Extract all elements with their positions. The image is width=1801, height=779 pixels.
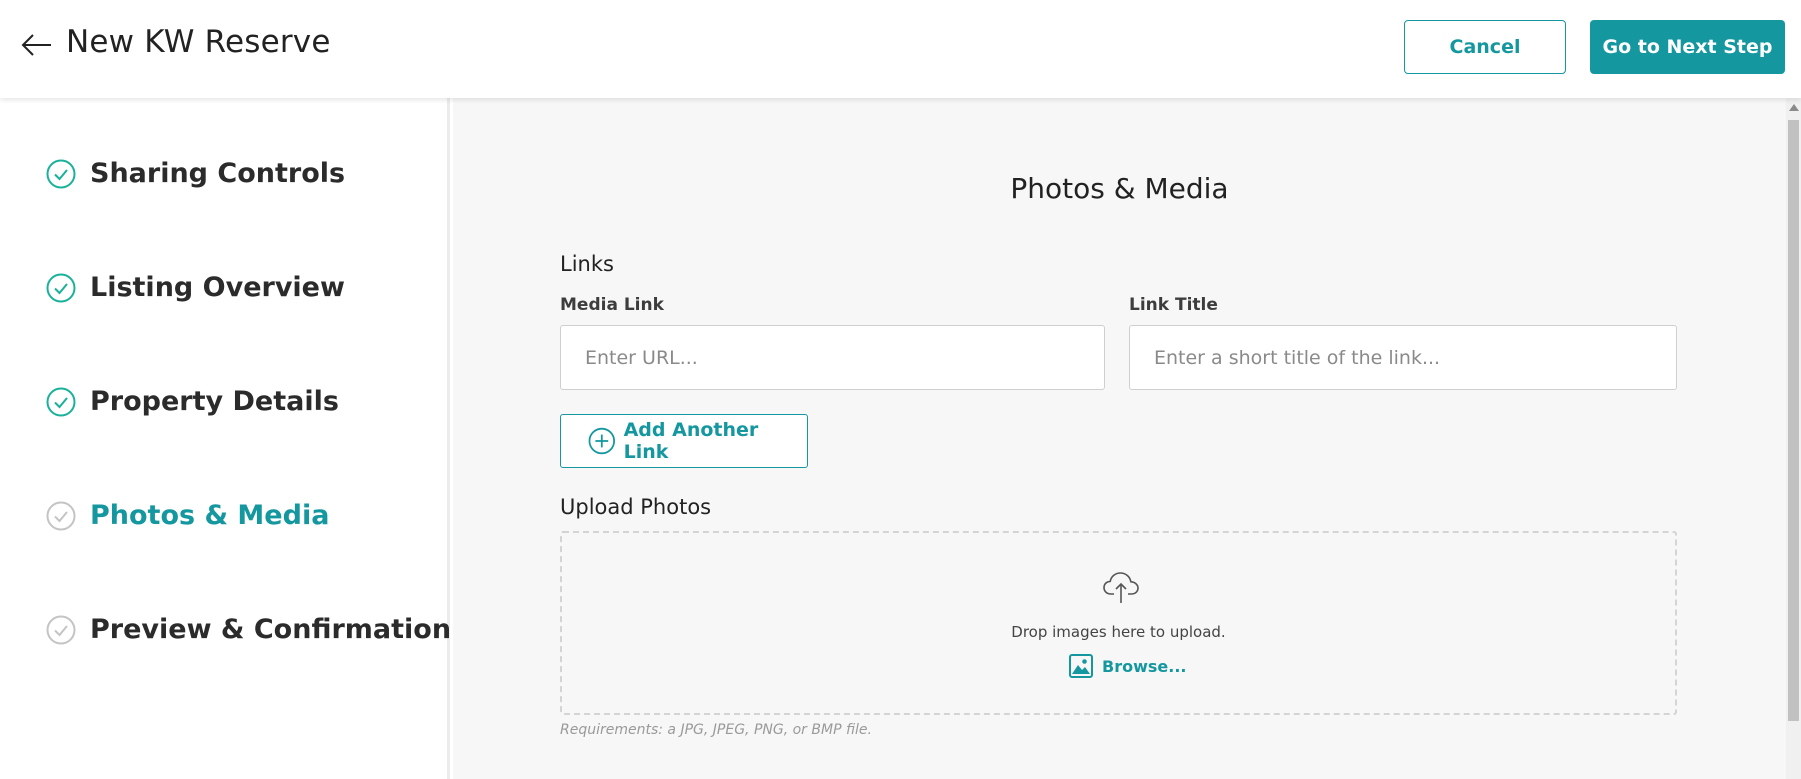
step-label: Preview & Confirmation bbox=[90, 614, 452, 645]
media-link-label: Media Link bbox=[560, 295, 664, 315]
link-title-label: Link Title bbox=[1129, 295, 1218, 315]
step-sharing-controls[interactable]: Sharing Controls bbox=[46, 158, 345, 189]
page-title: New KW Reserve bbox=[66, 24, 331, 60]
scroll-up-arrow-icon[interactable] bbox=[1789, 104, 1799, 111]
vertical-scrollbar[interactable] bbox=[1786, 98, 1801, 779]
step-label: Listing Overview bbox=[90, 272, 345, 303]
arrow-left-icon bbox=[21, 34, 51, 56]
image-icon bbox=[1069, 654, 1093, 678]
next-step-button[interactable]: Go to Next Step bbox=[1590, 20, 1785, 74]
main-content: Photos & Media Links Media Link Link Tit… bbox=[453, 98, 1786, 779]
plus-circle-icon bbox=[588, 427, 616, 455]
section-title: Photos & Media bbox=[1010, 172, 1229, 205]
top-header: New KW Reserve Cancel Go to Next Step bbox=[0, 0, 1801, 98]
add-another-link-label: Add Another Link bbox=[623, 419, 759, 463]
steps-sidebar: Sharing Controls Listing Overview Proper… bbox=[0, 98, 451, 779]
links-heading: Links bbox=[560, 252, 614, 276]
back-button[interactable] bbox=[20, 28, 54, 62]
cancel-button[interactable]: Cancel bbox=[1404, 20, 1566, 74]
drop-hint-text: Drop images here to upload. bbox=[1011, 623, 1226, 641]
upload-photos-heading: Upload Photos bbox=[560, 495, 712, 519]
step-label: Sharing Controls bbox=[90, 158, 346, 189]
scroll-thumb[interactable] bbox=[1788, 120, 1799, 721]
upload-requirements-text: Requirements: a JPG, JPEG, PNG, or BMP f… bbox=[560, 722, 872, 738]
browse-button[interactable]: Browse... bbox=[1068, 653, 1186, 679]
media-link-input[interactable] bbox=[560, 325, 1105, 390]
step-preview-confirmation[interactable]: Preview & Confirmation bbox=[46, 614, 451, 645]
step-label: Property Details bbox=[90, 386, 339, 417]
photo-dropzone[interactable]: Drop images here to upload. Browse... bbox=[560, 531, 1677, 715]
step-listing-overview[interactable]: Listing Overview bbox=[46, 272, 345, 303]
step-property-details[interactable]: Property Details bbox=[46, 386, 339, 417]
check-circle-icon bbox=[46, 159, 76, 188]
step-photos-media[interactable]: Photos & Media bbox=[46, 500, 329, 531]
cloud-upload-icon bbox=[1103, 572, 1139, 603]
browse-label: Browse... bbox=[1102, 656, 1187, 676]
add-another-link-button[interactable]: Add Another Link bbox=[560, 414, 808, 468]
check-circle-icon bbox=[46, 273, 76, 302]
check-circle-icon bbox=[46, 615, 76, 644]
link-title-input[interactable] bbox=[1129, 325, 1677, 390]
check-circle-icon bbox=[46, 501, 76, 530]
step-label: Photos & Media bbox=[90, 500, 330, 531]
check-circle-icon bbox=[46, 387, 76, 416]
